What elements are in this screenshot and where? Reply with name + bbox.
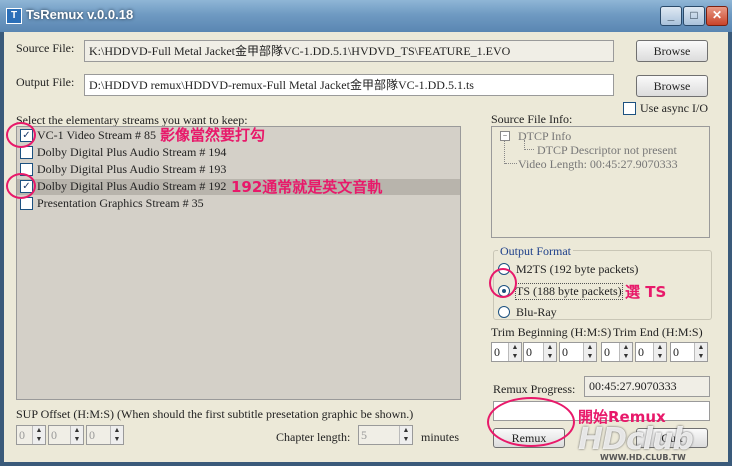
spin-down-icon: ▼ — [508, 352, 521, 361]
stream-label[interactable]: Dolby Digital Plus Audio Stream # 192 — [37, 179, 226, 194]
trim-begin-label: Trim Beginning (H:M:S) — [491, 325, 612, 339]
tree-line — [524, 149, 534, 150]
annotation-ts: 選 TS — [625, 283, 667, 301]
progress-field: 00:45:27.9070333 — [584, 376, 710, 397]
trim-end-seconds[interactable]: 0 ▲ ▼ — [670, 342, 708, 362]
trim-begin-hours[interactable]: 0 ▲ ▼ — [491, 342, 522, 362]
trim-end-minutes[interactable]: 0 ▲ ▼ — [635, 342, 667, 362]
spin-down-icon: ▼ — [694, 352, 707, 361]
stream-label[interactable]: VC-1 Video Stream # 85 — [37, 128, 156, 143]
close-button[interactable]: ✕ — [706, 6, 728, 26]
chapter-length-label: Chapter length: — [276, 430, 351, 444]
spin-up-icon: ▲ — [543, 343, 556, 352]
tree-line — [504, 140, 506, 164]
stream-label[interactable]: Presentation Graphics Stream # 35 — [37, 196, 204, 211]
progress-label: Remux Progress: — [493, 382, 576, 396]
trim-end-label: Trim End (H:M:S) — [613, 325, 703, 339]
spin-down-icon: ▼ — [399, 435, 412, 444]
sup-seconds[interactable]: 0 ▲ ▼ — [86, 425, 124, 445]
spin-up-icon: ▲ — [110, 426, 123, 435]
watermark-url: WWW.HD.CLUB.TW — [600, 453, 686, 462]
spin-down-icon: ▼ — [70, 435, 83, 444]
sup-offset-label: SUP Offset (H:M:S) (When should the firs… — [16, 407, 414, 421]
tree-node[interactable]: DTCP Descriptor not present — [537, 143, 677, 158]
minimize-button[interactable]: _ — [660, 6, 682, 26]
spin-down-icon: ▼ — [110, 435, 123, 444]
trim-begin-minutes[interactable]: 0 ▲ ▼ — [523, 342, 557, 362]
source-info-tree[interactable]: − DTCP Info DTCP Descriptor not present … — [491, 126, 710, 238]
output-browse-button[interactable]: Browse — [636, 75, 708, 97]
annotation-video: 影像當然要打勾 — [160, 126, 266, 144]
sup-hours[interactable]: 0 ▲ ▼ — [16, 425, 46, 445]
bluray-label[interactable]: Blu-Ray — [516, 305, 557, 320]
app-icon: T — [6, 8, 22, 24]
spin-down-icon: ▼ — [583, 352, 596, 361]
annotation-circle — [6, 122, 36, 148]
output-file-field[interactable]: D:\HDDVD remux\HDDVD-remux-Full Metal Ja… — [84, 74, 614, 96]
async-io-checkbox[interactable] — [623, 102, 636, 115]
annotation-audio: 192通常就是英文音軌 — [231, 178, 383, 196]
title-bar[interactable]: T TsRemux v.0.0.18 _ □ ✕ — [0, 0, 732, 32]
chapter-length-input[interactable]: 5 ▲ ▼ — [358, 425, 413, 445]
trim-end-hours[interactable]: 0 ▲ ▼ — [601, 342, 633, 362]
m2ts-label[interactable]: M2TS (192 byte packets) — [516, 262, 638, 277]
annotation-circle — [6, 173, 36, 199]
spin-up-icon: ▲ — [399, 426, 412, 435]
tree-node[interactable]: DTCP Info — [518, 129, 571, 144]
spin-up-icon: ▲ — [508, 343, 521, 352]
trim-begin-seconds[interactable]: 0 ▲ ▼ — [559, 342, 597, 362]
maximize-button[interactable]: □ — [683, 6, 705, 26]
spin-up-icon: ▲ — [583, 343, 596, 352]
spin-up-icon: ▲ — [32, 426, 45, 435]
stream-label[interactable]: Dolby Digital Plus Audio Stream # 194 — [37, 145, 226, 160]
spin-up-icon: ▲ — [694, 343, 707, 352]
source-file-field[interactable]: K:\HDDVD-Full Metal Jacket金甲部隊VC-1.DD.5.… — [84, 40, 614, 62]
chapter-unit-label: minutes — [421, 430, 459, 444]
spin-down-icon: ▼ — [619, 352, 632, 361]
spin-down-icon: ▼ — [32, 435, 45, 444]
annotation-circle — [489, 268, 517, 298]
stream-label[interactable]: Dolby Digital Plus Audio Stream # 193 — [37, 162, 226, 177]
spin-up-icon: ▲ — [653, 343, 666, 352]
spin-down-icon: ▼ — [543, 352, 556, 361]
async-io-label: Use async I/O — [640, 101, 708, 115]
annotation-circle — [487, 397, 575, 447]
spin-up-icon: ▲ — [619, 343, 632, 352]
output-format-label: Output Format — [498, 244, 573, 259]
bluray-radio[interactable] — [498, 306, 510, 318]
spin-up-icon: ▲ — [70, 426, 83, 435]
ts-label[interactable]: TS (188 byte packets) — [515, 283, 623, 300]
source-info-label: Source File Info: — [491, 112, 573, 126]
sup-minutes[interactable]: 0 ▲ ▼ — [48, 425, 84, 445]
source-file-label: Source File: — [16, 41, 75, 55]
tree-node[interactable]: Video Length: 00:45:27.9070333 — [518, 157, 678, 172]
watermark-logo: HDclub — [578, 422, 694, 457]
window-title: TsRemux v.0.0.18 — [26, 7, 134, 22]
spin-down-icon: ▼ — [653, 352, 666, 361]
tree-line — [505, 163, 517, 164]
source-browse-button[interactable]: Browse — [636, 40, 708, 62]
output-file-label: Output File: — [16, 75, 75, 89]
